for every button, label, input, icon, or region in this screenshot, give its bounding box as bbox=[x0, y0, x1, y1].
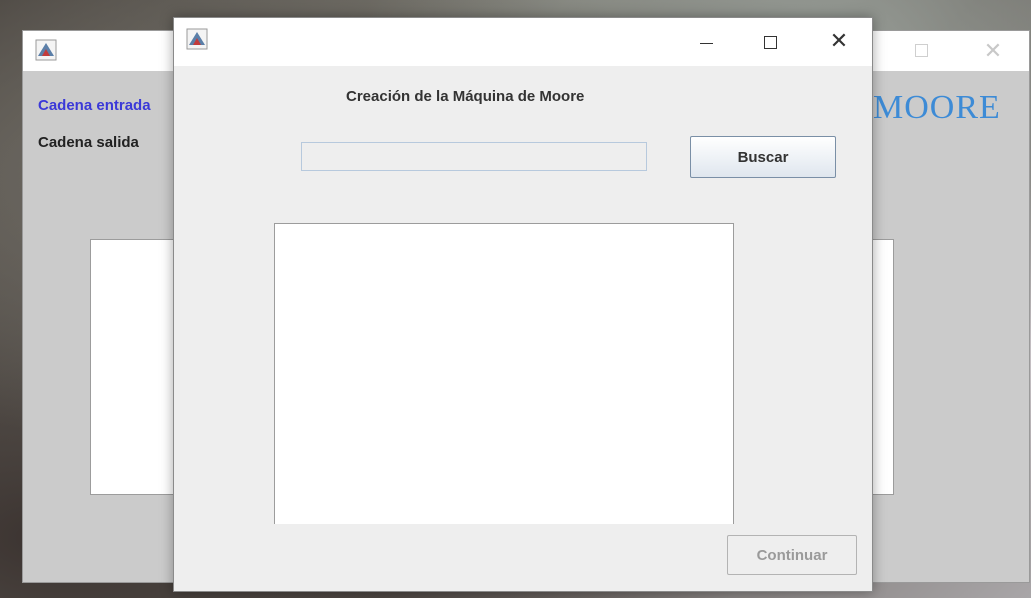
file-path-input[interactable] bbox=[301, 142, 647, 171]
close-icon[interactable]: ✕ bbox=[981, 39, 1005, 63]
machine-text-area[interactable] bbox=[274, 223, 734, 524]
close-icon[interactable]: ✕ bbox=[816, 28, 862, 58]
maximize-icon[interactable] bbox=[915, 44, 928, 57]
cadena-salida-label: Cadena salida bbox=[38, 134, 139, 151]
moore-title: MOORE bbox=[873, 89, 1001, 126]
cadena-entrada-label: Cadena entrada bbox=[38, 97, 151, 114]
minimize-icon[interactable] bbox=[684, 28, 730, 58]
moore-creation-dialog: ✕ Creación de la Máquina de Moore Buscar… bbox=[173, 17, 873, 592]
maximize-icon[interactable] bbox=[748, 28, 794, 58]
java-app-icon bbox=[35, 39, 57, 61]
buscar-button[interactable]: Buscar bbox=[690, 136, 836, 178]
dialog-titlebar: ✕ bbox=[174, 18, 872, 66]
java-app-icon bbox=[186, 28, 208, 50]
dialog-heading: Creación de la Máquina de Moore bbox=[346, 88, 585, 105]
continuar-button[interactable]: Continuar bbox=[727, 535, 857, 575]
